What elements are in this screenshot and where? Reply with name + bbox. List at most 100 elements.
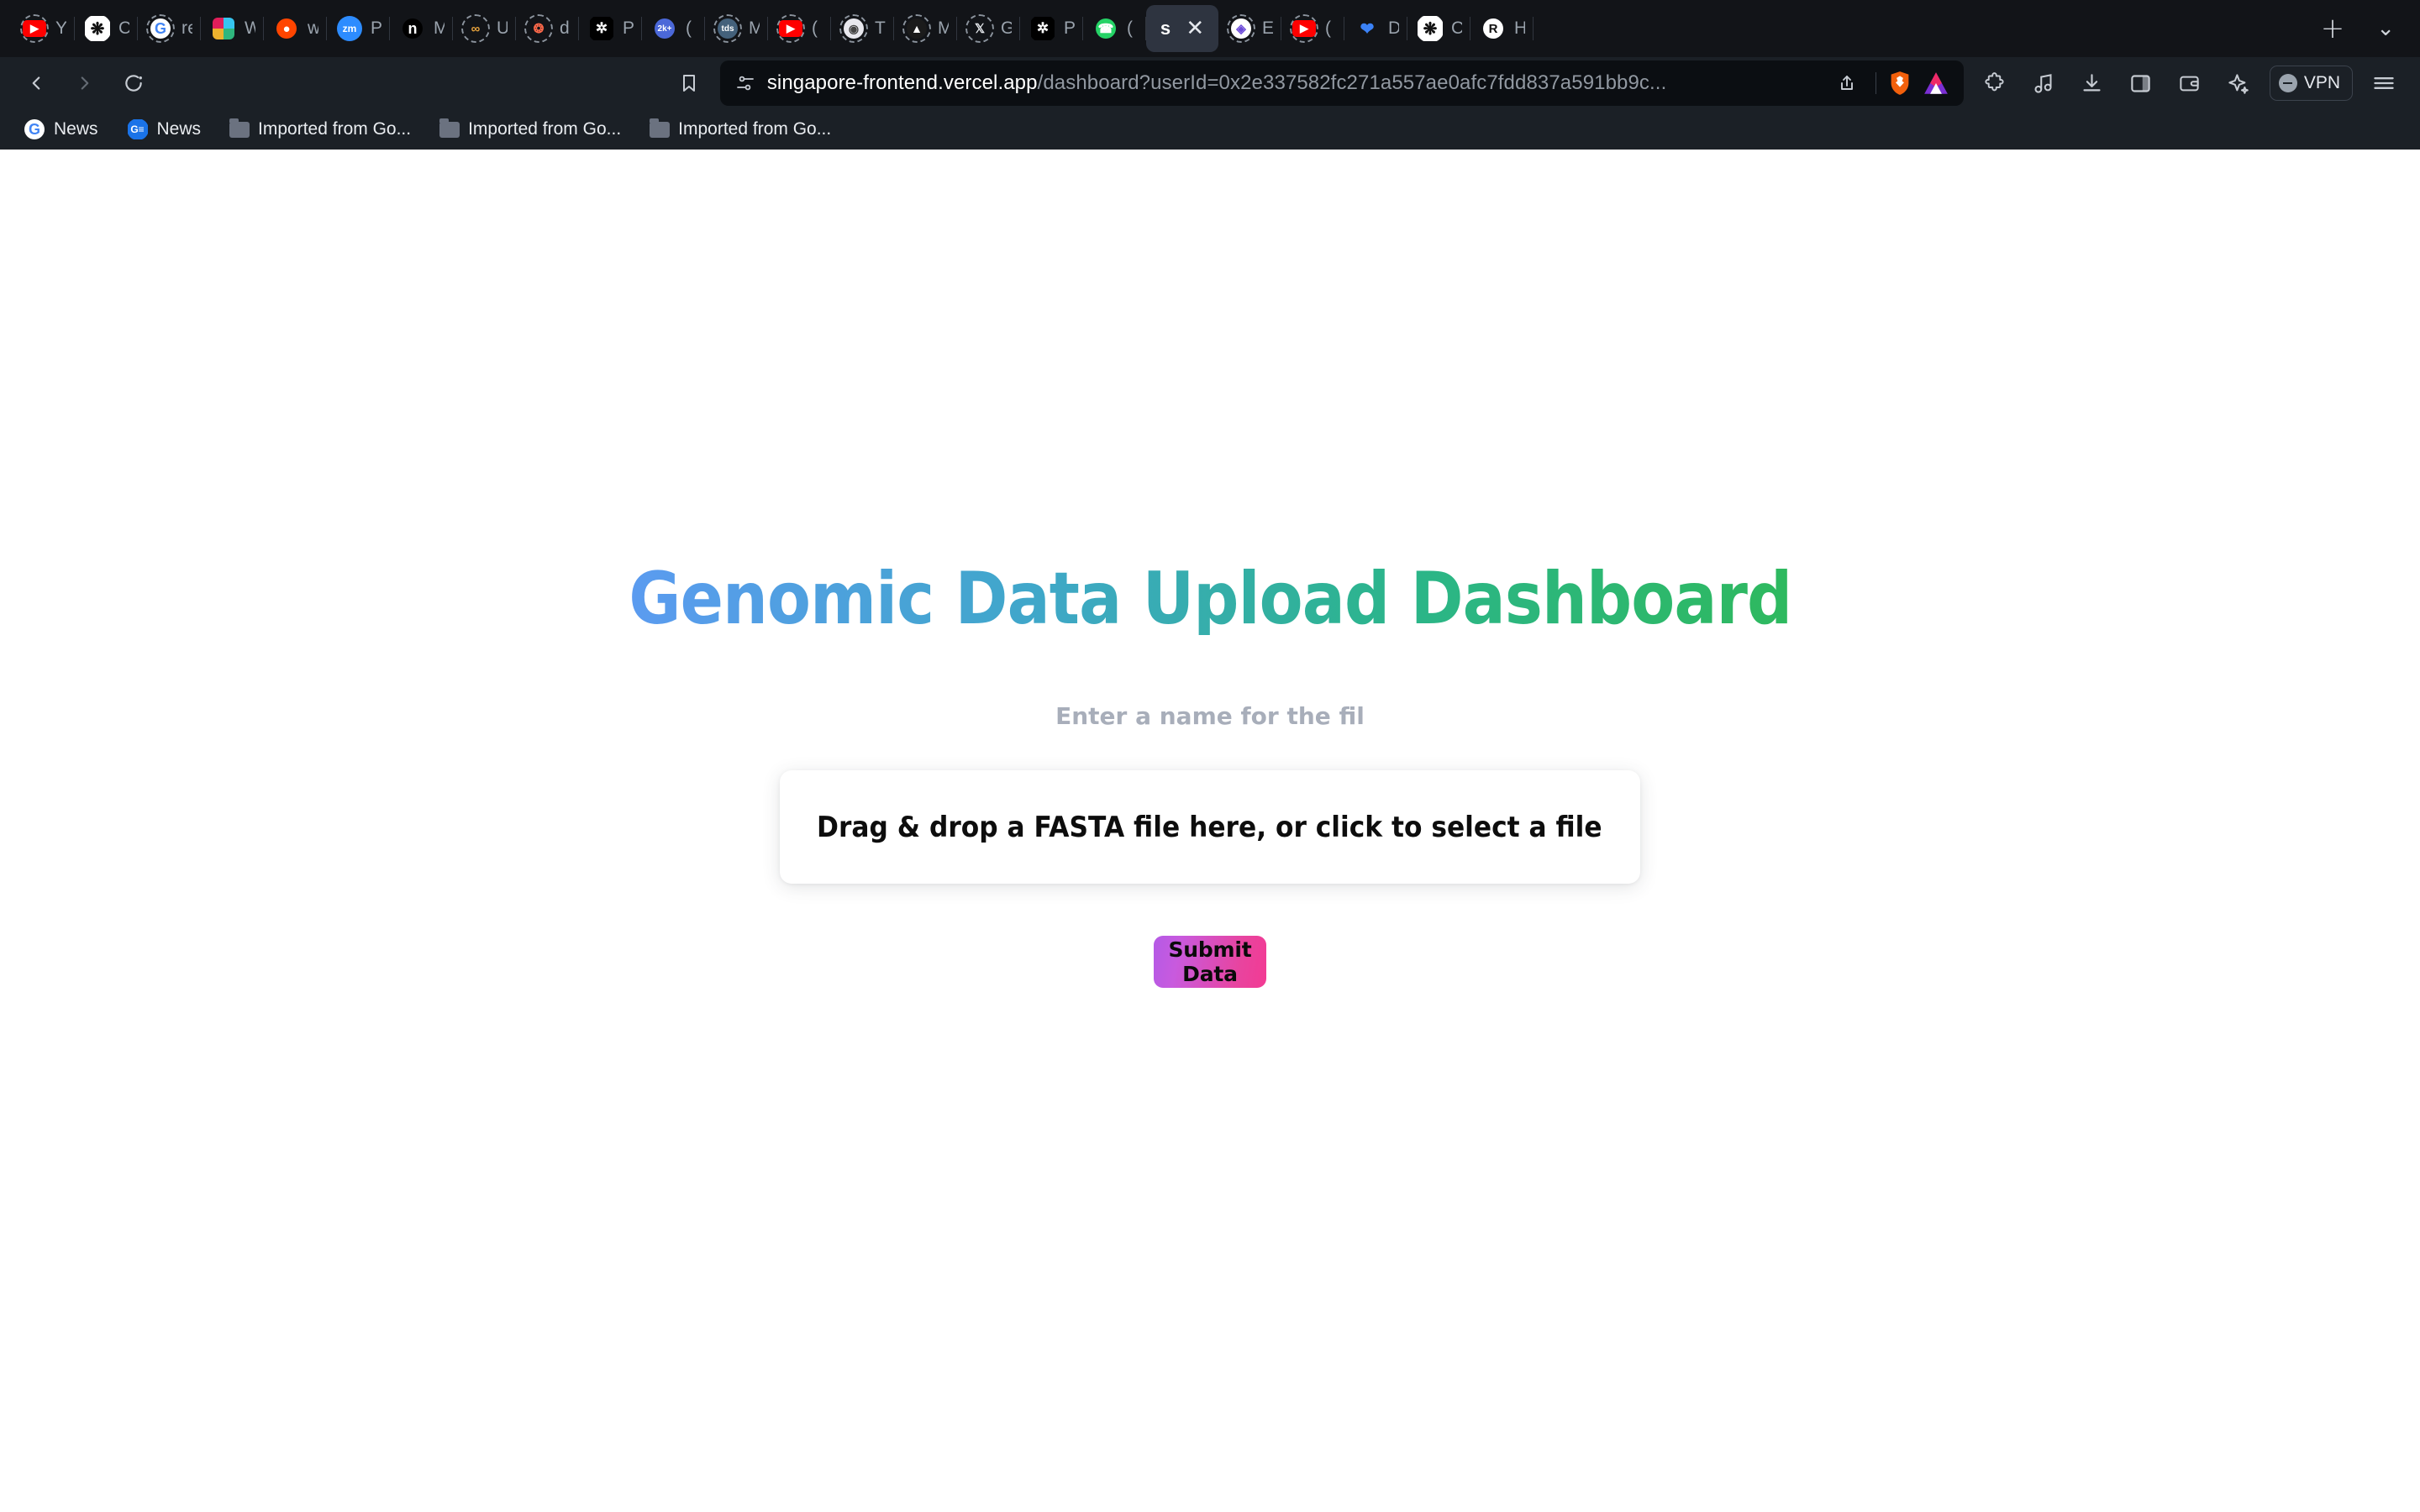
- browser-tab[interactable]: 2k+ (: [642, 5, 705, 52]
- browser-tab[interactable]: ▲ M: [894, 5, 957, 52]
- genomic-upload-page: Genomic Data Upload Dashboard Drag & dro…: [0, 150, 2420, 1512]
- dbt-icon: ❂: [524, 14, 553, 43]
- minus-circle-icon: [2278, 74, 2297, 92]
- folder-icon: [229, 118, 250, 138]
- browser-tab[interactable]: ✲ P: [1020, 5, 1083, 52]
- tab-title: D: [1388, 18, 1399, 38]
- browser-tab[interactable]: ❋ C: [1407, 5, 1470, 52]
- browser-tab[interactable]: ◉ T: [831, 5, 894, 52]
- tab-title: E: [1262, 18, 1273, 38]
- url-path: /dashboard?userId=0x2e337582fc271a557ae0…: [1037, 71, 1667, 94]
- sparkle-icon[interactable]: [2216, 60, 2261, 106]
- bookmark-label: Imported from Go...: [468, 119, 622, 139]
- file-name-input[interactable]: [781, 697, 1639, 734]
- brave-shields-icon[interactable]: [1888, 71, 1912, 96]
- google-news-icon: G≡: [127, 118, 149, 140]
- bookmarks-bar: G News G≡ News Imported from Go... Imported f…: [0, 109, 2420, 150]
- x-icon: 𝕏: [965, 14, 994, 43]
- tab-title: P: [1064, 18, 1075, 38]
- notifications-icon: 2k+: [650, 14, 679, 43]
- tab-title: P: [623, 18, 634, 38]
- hamburger-menu-icon[interactable]: [2361, 60, 2407, 106]
- youtube-icon: ▶: [776, 14, 805, 43]
- music-note-icon[interactable]: [2021, 60, 2066, 106]
- tab-list: ▶Y❋CGreW●wzmPnM∞U❂d✲P2k+(tdsM▶(◉T▲M𝕏G✲P☎…: [12, 5, 2302, 52]
- browser-tab[interactable]: 𝕏G: [957, 5, 1020, 52]
- google-icon: G: [146, 14, 175, 43]
- medium-icon: ▲: [902, 14, 931, 43]
- bookmark-label: News: [54, 119, 98, 139]
- tab-title: (: [1127, 18, 1134, 38]
- browser-tab[interactable]: ● w: [264, 5, 327, 52]
- browser-tab[interactable]: W: [201, 5, 264, 52]
- browser-tab[interactable]: ▶(: [1281, 5, 1344, 52]
- browser-tab[interactable]: ❂ d: [516, 5, 579, 52]
- notion-icon: n: [398, 14, 427, 43]
- file-dropzone[interactable]: Drag & drop a FASTA file here, or click …: [780, 770, 1640, 884]
- browser-tab[interactable]: ∞ U: [453, 5, 516, 52]
- browser-tab[interactable]: ◈ E: [1218, 5, 1281, 52]
- browser-tab[interactable]: ▶ Y: [12, 5, 75, 52]
- reddit-icon: ●: [272, 14, 301, 43]
- chevron-down-icon[interactable]: ⌄: [2363, 16, 2408, 41]
- puzzle-icon[interactable]: [1972, 60, 2018, 106]
- tab-title: M: [749, 18, 760, 38]
- browser-tab[interactable]: RH: [1470, 5, 1534, 52]
- browser-tab[interactable]: zm P: [327, 5, 390, 52]
- dropzone-label: Drag & drop a FASTA file here, or click …: [817, 810, 1602, 844]
- site-settings-icon[interactable]: [735, 73, 755, 93]
- navigation-toolbar: singapore-frontend.vercel.app/dashboard?…: [0, 57, 2420, 109]
- whatsapp-icon: ☎: [1092, 14, 1120, 43]
- browser-window: ▶Y❋CGreW●wzmPnM∞U❂d✲P2k+(tdsM▶(◉T▲M𝕏G✲P☎…: [0, 0, 2420, 1512]
- tab-title: Y: [55, 18, 66, 38]
- tab-title: G: [1001, 18, 1012, 38]
- submit-data-button[interactable]: Submit Data: [1154, 936, 1266, 988]
- tab-title: T: [875, 18, 886, 38]
- sidebar-panel-icon[interactable]: [2118, 60, 2164, 106]
- browser-tab[interactable]: ☎(: [1083, 5, 1146, 52]
- address-bar-container: singapore-frontend.vercel.app/dashboard?…: [165, 60, 1964, 106]
- back-button[interactable]: [13, 60, 59, 106]
- tab-title: U: [497, 18, 508, 38]
- bookmark-icon[interactable]: [666, 60, 712, 106]
- browser-tab[interactable]: tds M: [705, 5, 768, 52]
- address-bar[interactable]: singapore-frontend.vercel.app/dashboard?…: [719, 60, 1964, 106]
- bookmark-item[interactable]: Imported from Go...: [429, 115, 631, 144]
- tab-strip: ▶Y❋CGreW●wzmPnM∞U❂d✲P2k+(tdsM▶(◉T▲M𝕏G✲P☎…: [0, 0, 2420, 57]
- url-host: singapore-frontend.vercel.app: [766, 71, 1038, 94]
- download-icon[interactable]: [2070, 60, 2115, 106]
- bookmark-item[interactable]: G≡ News: [117, 114, 212, 144]
- browser-tab[interactable]: Gre: [138, 5, 201, 52]
- vpn-label: VPN: [2303, 73, 2340, 92]
- forward-button[interactable]: [62, 60, 108, 106]
- tab-title: P: [371, 18, 381, 38]
- slack-icon: [209, 14, 238, 43]
- perplexity-icon: ✲: [1028, 14, 1057, 43]
- browser-tab[interactable]: ▶(: [768, 5, 831, 52]
- close-icon[interactable]: ✕: [1186, 18, 1204, 39]
- bookmark-label: Imported from Go...: [678, 119, 832, 139]
- google-icon: G: [24, 118, 45, 140]
- new-tab-button[interactable]: +: [2302, 14, 2364, 43]
- share-icon[interactable]: [1830, 66, 1864, 100]
- bookmark-label: Imported from Go...: [258, 119, 412, 139]
- bookmark-item[interactable]: Imported from Go...: [219, 115, 421, 144]
- reload-button[interactable]: [111, 60, 156, 106]
- browser-tab[interactable]: ❋ C: [75, 5, 138, 52]
- tds-icon: tds: [713, 14, 742, 43]
- browser-tab-active[interactable]: s ✕: [1146, 5, 1218, 52]
- bookmark-item[interactable]: G News: [13, 114, 108, 144]
- brave-rewards-icon[interactable]: [1923, 71, 1949, 95]
- browser-tab[interactable]: ❤ D: [1344, 5, 1407, 52]
- wallet-icon[interactable]: [2167, 60, 2212, 106]
- perplexity-icon: ✲: [587, 14, 616, 43]
- zoom-icon: zm: [335, 14, 364, 43]
- vpn-button[interactable]: VPN: [2269, 66, 2353, 101]
- researchgate-icon: R: [1479, 14, 1507, 43]
- tab-title: re: [182, 18, 192, 38]
- bookmark-item[interactable]: Imported from Go...: [639, 115, 841, 144]
- browser-tab[interactable]: nM: [390, 5, 453, 52]
- bookmark-label: News: [156, 119, 202, 139]
- browser-tab[interactable]: ✲ P: [579, 5, 642, 52]
- url-text[interactable]: singapore-frontend.vercel.app/dashboard?…: [767, 71, 1818, 95]
